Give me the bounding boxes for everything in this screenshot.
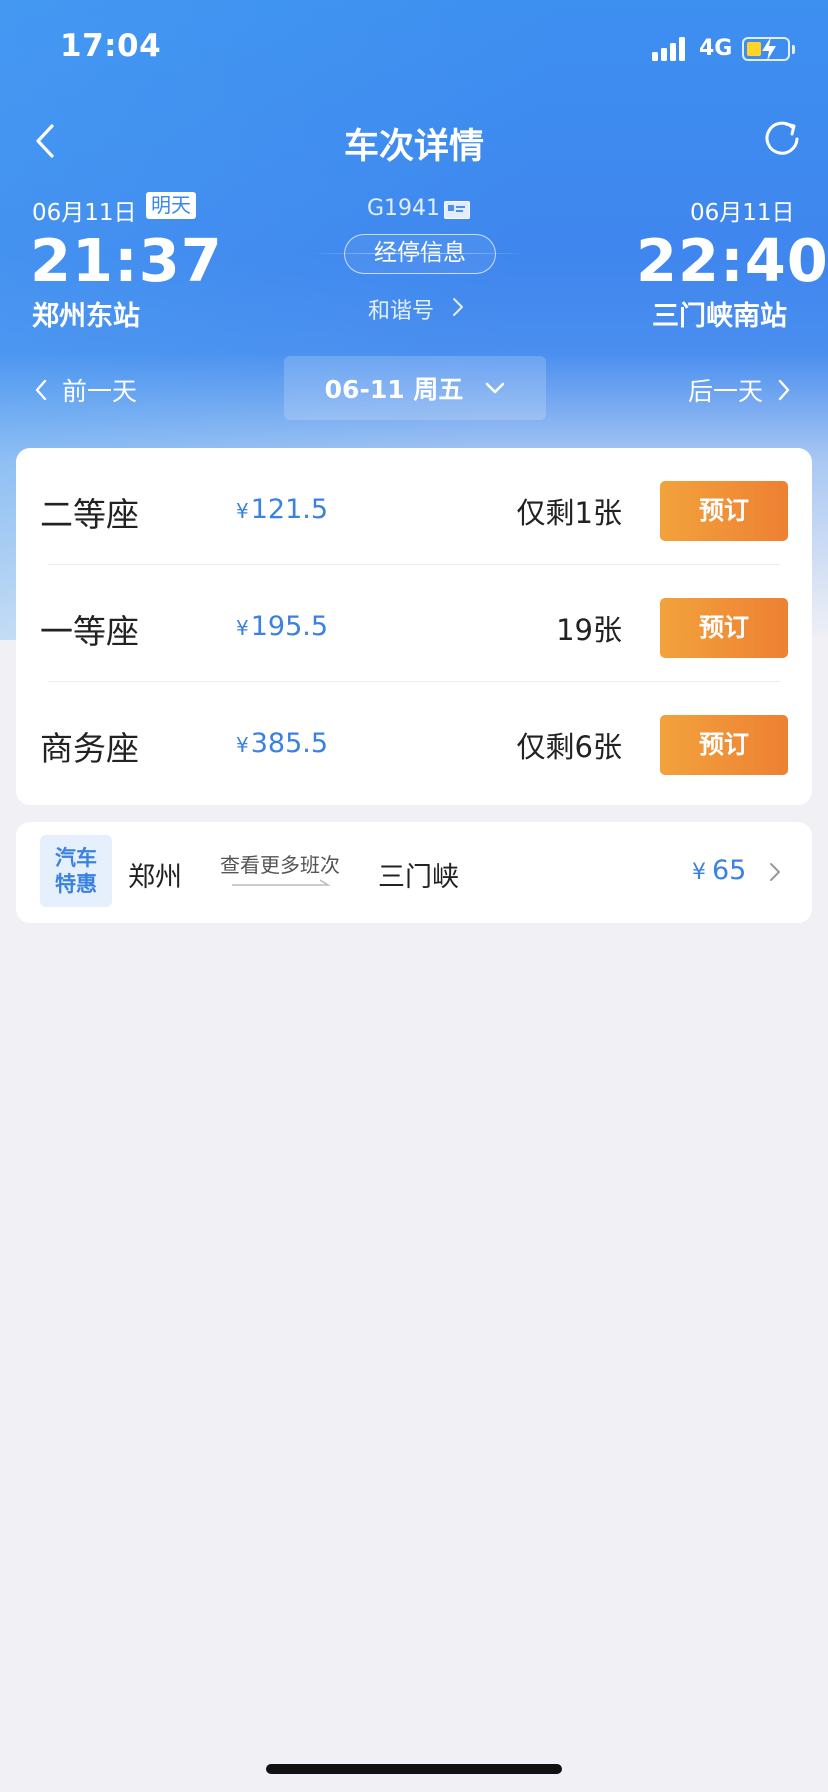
seat-price: ¥121.5 [236, 494, 329, 525]
seat-name: 商务座 [40, 729, 139, 768]
seat-row-second-class: 二等座 ¥121.5 仅剩1张 预订 [16, 448, 812, 565]
seat-price: ¥195.5 [236, 611, 329, 642]
train-number: G1941 [367, 196, 441, 221]
train-type-link[interactable]: 和谐号 [368, 293, 434, 325]
arrival-station: 三门峡南站 [652, 301, 787, 332]
bus-price: ¥65 [692, 855, 747, 886]
id-card-icon [444, 201, 470, 219]
page-title: 车次详情 [343, 127, 484, 167]
chevron-right-icon [778, 379, 790, 401]
seat-row-first-class: 一等座 ¥195.5 19张 预订 [16, 565, 812, 682]
status-time: 17:04 [60, 28, 162, 64]
bus-origin: 郑州 [128, 862, 182, 893]
network-type: 4G [699, 36, 733, 61]
battery-tip [792, 45, 795, 54]
arrival-time: 22:40 [636, 226, 828, 295]
book-button[interactable]: 预订 [660, 598, 788, 658]
next-day-button[interactable]: 后一天 [688, 372, 791, 408]
bus-deal-badge: 汽车 特惠 [40, 835, 112, 907]
seat-availability: 19张 [556, 613, 622, 647]
seat-list-card: 二等座 ¥121.5 仅剩1张 预订 一等座 ¥195.5 19张 预订 商务座… [16, 448, 812, 805]
departure-time: 21:37 [30, 226, 223, 295]
arrival-date: 06月11日 [690, 200, 795, 226]
battery-icon [742, 37, 790, 61]
seat-availability: 仅剩6张 [516, 730, 622, 764]
chevron-right-icon [770, 863, 780, 881]
date-picker[interactable]: 06-11 周五 [284, 356, 546, 420]
refresh-button[interactable] [762, 118, 802, 160]
seat-availability: 仅剩1张 [516, 496, 622, 530]
refresh-icon [765, 121, 799, 155]
departure-date: 06月11日 [32, 200, 137, 226]
more-schedules-link[interactable]: 查看更多班次 [220, 849, 340, 878]
seat-row-business-class: 商务座 ¥385.5 仅剩6张 预订 [16, 682, 812, 799]
tomorrow-badge: 明天 [146, 192, 196, 219]
route-arrow-icon [232, 879, 331, 886]
next-day-label: 后一天 [688, 377, 764, 406]
home-indicator[interactable] [266, 1764, 562, 1774]
seat-name: 二等座 [40, 495, 139, 534]
book-button[interactable]: 预订 [660, 481, 788, 541]
stops-info-button[interactable]: 经停信息 [344, 234, 496, 274]
chevron-left-icon [35, 379, 47, 401]
chevron-down-icon [486, 382, 505, 394]
departure-station: 郑州东站 [32, 301, 140, 332]
prev-day-label: 前一天 [62, 377, 138, 406]
seat-price: ¥385.5 [236, 728, 329, 759]
current-date-label: 06-11 周五 [324, 375, 464, 404]
seat-name: 一等座 [40, 612, 139, 651]
bus-destination: 三门峡 [378, 862, 459, 893]
bus-promo-card[interactable]: 汽车 特惠 郑州 查看更多班次 三门峡 ¥65 [16, 822, 812, 923]
chevron-right-icon [453, 298, 463, 316]
prev-day-button[interactable]: 前一天 [34, 372, 137, 408]
book-button[interactable]: 预订 [660, 715, 788, 775]
signal-icon [652, 37, 692, 61]
